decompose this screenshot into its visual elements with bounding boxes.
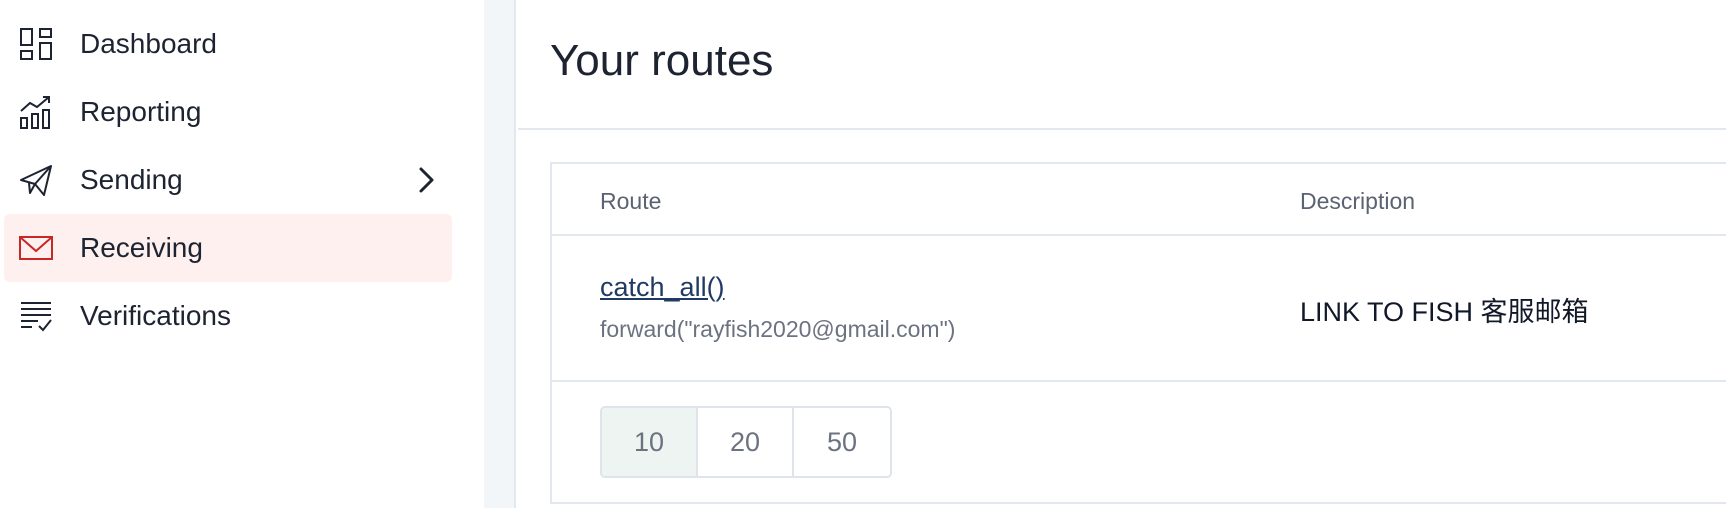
dashboard-icon (18, 26, 54, 62)
route-description: LINK TO FISH 客服邮箱 (1300, 297, 1589, 327)
sidebar-item-receiving[interactable]: Receiving (4, 214, 452, 282)
sidebar-item-label: Dashboard (80, 28, 217, 59)
sidebar-item-sending[interactable]: Sending (4, 146, 452, 214)
routes-table: Route Description catch_all() forward("r… (550, 162, 1726, 504)
chevron-right-icon[interactable] (414, 165, 438, 195)
paper-plane-icon (18, 162, 54, 198)
app-window: Dashboard Reporting Sending Receiving Ve… (0, 0, 1726, 508)
sidebar-item-label: Reporting (80, 96, 202, 127)
page-size-20-button[interactable]: 20 (698, 408, 794, 476)
divider (552, 380, 1726, 382)
list-check-icon (18, 298, 54, 334)
sidebar-item-verifications[interactable]: Verifications (4, 282, 452, 350)
sidebar: Dashboard Reporting Sending Receiving Ve… (0, 0, 484, 508)
route-action: forward("rayfish2020@gmail.com") (600, 316, 956, 342)
column-header-route: Route (600, 188, 662, 214)
page-title: Your routes (550, 36, 774, 85)
content-gutter (484, 0, 516, 508)
sidebar-item-label: Verifications (80, 300, 231, 331)
page-size-selector: 10 20 50 (600, 406, 892, 478)
envelope-icon (18, 230, 54, 266)
page-size-50-button[interactable]: 50 (794, 408, 890, 476)
column-header-description: Description (1300, 188, 1416, 214)
divider (552, 234, 1726, 236)
route-expression-link[interactable]: catch_all() (600, 272, 725, 303)
sidebar-item-reporting[interactable]: Reporting (4, 78, 452, 146)
divider (518, 128, 1726, 130)
page-size-10-button[interactable]: 10 (602, 408, 698, 476)
main-content: Your routes Route Description catch_all(… (518, 0, 1726, 508)
sidebar-item-label: Receiving (80, 232, 203, 263)
sidebar-item-label: Sending (80, 164, 183, 195)
chart-icon (18, 94, 54, 130)
sidebar-item-dashboard[interactable]: Dashboard (4, 10, 452, 78)
